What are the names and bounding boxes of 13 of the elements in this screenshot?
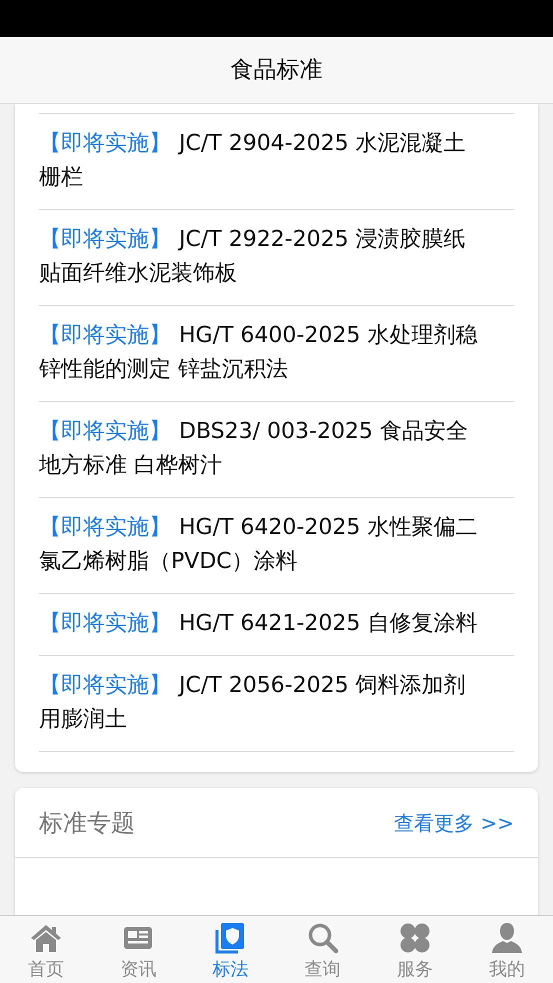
standard-item[interactable]: 【即将实施】 DBS23/ 003-2025 食品安全地方标准 白桦树汁 <box>39 401 514 497</box>
standard-item[interactable]: 【即将实施】 JC/T 2904-2025 水泥混凝土栅栏 <box>39 113 514 209</box>
clover-icon <box>398 921 432 955</box>
section-title: 标准专题 <box>39 808 135 838</box>
tab-button[interactable]: 标法 <box>184 916 277 983</box>
see-more-link[interactable]: 查看更多 >> <box>394 808 514 838</box>
person-icon <box>490 921 524 955</box>
standard-item[interactable]: 【即将实施】 JC/T 2922-2025 浸渍胶膜纸贴面纤维水泥装饰板 <box>39 209 514 305</box>
page-title: 食品标准 <box>230 56 322 85</box>
standard-item[interactable]: 【即将实施】 HG/T 6400-2025 水处理剂稳锌性能的测定 锌盐沉积法 <box>39 305 514 401</box>
standard-item[interactable]: 【即将实施】 JC/T 2056-2025 饲料添加剂用膨润土 <box>39 655 514 752</box>
standard-item[interactable]: 【即将实施】 HG/T 6420-2025 水性聚偏二氯乙烯树脂（PVDC）涂料 <box>39 497 514 593</box>
standard-item[interactable]: 【即将实施】 HG/T 6421-2025 自修复涂料 <box>39 593 514 655</box>
